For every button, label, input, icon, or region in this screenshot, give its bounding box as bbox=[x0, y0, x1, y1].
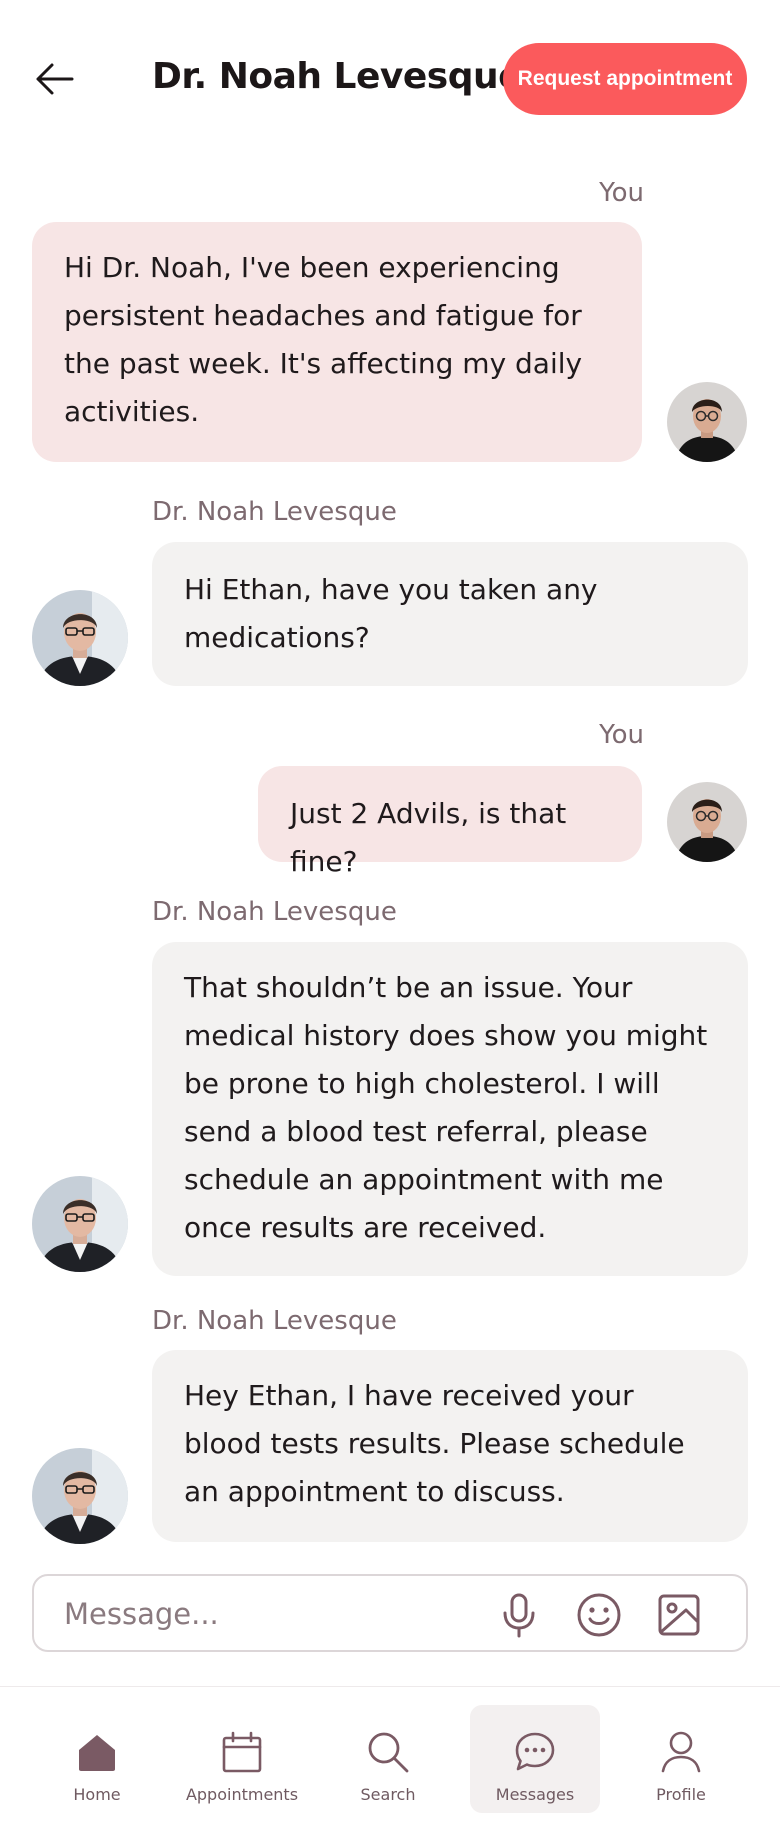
bottom-nav: Home Appointments Search Messages Profil… bbox=[0, 1686, 780, 1840]
image-icon bbox=[658, 1594, 700, 1636]
arrow-left-icon bbox=[36, 63, 74, 95]
nav-label: Messages bbox=[495, 1785, 575, 1804]
nav-item-messages[interactable]: Messages bbox=[470, 1705, 600, 1813]
nav-item-home[interactable]: Home bbox=[32, 1705, 162, 1813]
message-input[interactable] bbox=[64, 1590, 464, 1638]
user-avatar bbox=[667, 382, 747, 462]
back-button[interactable] bbox=[32, 58, 80, 100]
search-icon bbox=[368, 1732, 409, 1773]
message-bubble: Just 2 Advils, is that fine? bbox=[258, 766, 642, 878]
microphone-button[interactable] bbox=[496, 1592, 542, 1638]
message-sender: You bbox=[599, 720, 644, 750]
person-icon bbox=[661, 1731, 701, 1773]
nav-item-appointments[interactable]: Appointments bbox=[177, 1705, 307, 1813]
microphone-icon bbox=[503, 1593, 535, 1638]
nav-item-search[interactable]: Search bbox=[323, 1705, 453, 1813]
message-composer bbox=[32, 1574, 748, 1652]
home-icon bbox=[79, 1735, 115, 1771]
message-sender: You bbox=[599, 178, 644, 208]
nav-label: Profile bbox=[656, 1785, 706, 1804]
nav-label: Home bbox=[73, 1785, 121, 1804]
header: Dr. Noah Levesque Request appointment bbox=[0, 0, 780, 158]
message-sender: Dr. Noah Levesque bbox=[152, 497, 397, 527]
message-bubble: Hi Dr. Noah, I've been experiencing pers… bbox=[32, 222, 642, 462]
message-bubble: That shouldn’t be an issue. Your medical… bbox=[152, 942, 748, 1276]
nav-label: Search bbox=[360, 1785, 416, 1804]
message-sender: Dr. Noah Levesque bbox=[152, 897, 397, 927]
page-title: Dr. Noah Levesque bbox=[152, 56, 523, 97]
chat-icon bbox=[515, 1732, 555, 1771]
message-bubble: Hey Ethan, I have received your blood te… bbox=[152, 1350, 748, 1542]
image-button[interactable] bbox=[656, 1592, 702, 1638]
doctor-avatar bbox=[32, 1448, 128, 1544]
nav-label: Appointments bbox=[185, 1785, 299, 1804]
doctor-avatar bbox=[32, 590, 128, 686]
emoji-button[interactable] bbox=[576, 1592, 622, 1638]
doctor-avatar bbox=[32, 1176, 128, 1272]
emoji-icon bbox=[577, 1593, 621, 1637]
message-sender: Dr. Noah Levesque bbox=[152, 1306, 397, 1336]
message-bubble: Hi Ethan, have you taken any medications… bbox=[152, 542, 748, 686]
nav-item-profile[interactable]: Profile bbox=[616, 1705, 746, 1813]
request-appointment-button[interactable]: Request appointment bbox=[503, 43, 747, 115]
user-avatar bbox=[667, 782, 747, 862]
calendar-icon bbox=[222, 1731, 262, 1773]
